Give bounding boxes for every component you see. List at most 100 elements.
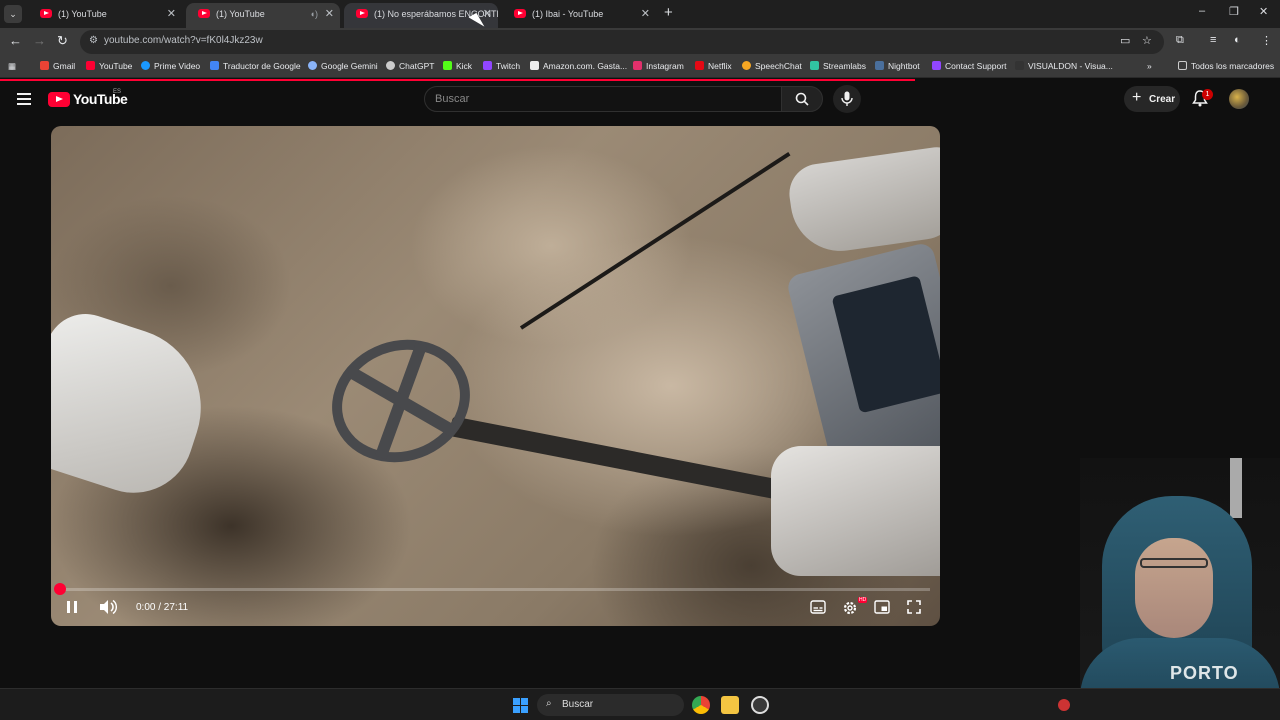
obs-icon[interactable]: [751, 696, 769, 714]
miniplayer-icon[interactable]: [874, 600, 890, 614]
youtube-logo-icon[interactable]: [48, 92, 70, 107]
video-frame-boot: [51, 303, 222, 509]
shirt-text: PORTO: [1170, 663, 1239, 683]
chrome-icon[interactable]: [692, 696, 710, 714]
youtube-favicon-icon: [198, 9, 210, 18]
bookmark-visualdon[interactable]: VISUALDON - Visua...: [1015, 61, 1113, 71]
file-explorer-icon[interactable]: [721, 696, 739, 714]
tab-youtube-2[interactable]: (1) YouTube ◖) ✕: [186, 3, 340, 28]
bookmark-gemini[interactable]: Google Gemini: [308, 61, 378, 71]
media-queue-icon[interactable]: ≡: [1210, 34, 1216, 46]
video-frame-detector-shaft: [449, 416, 826, 509]
windows-taskbar: ⌕ Buscar: [0, 688, 1280, 720]
tab-label: (1) Ibai - YouTube: [532, 9, 604, 19]
browser-toolbar: ← → ↻ ⚙ youtube.com/watch?v=fK0l4Jkz23w …: [0, 28, 1280, 56]
hd-badge-icon: HD: [858, 597, 868, 603]
bookmark-netflix[interactable]: Netflix: [695, 61, 732, 71]
close-tab-icon[interactable]: ✕: [325, 3, 334, 25]
minimize-icon[interactable]: –: [1199, 5, 1205, 17]
bookmark-kick[interactable]: Kick: [443, 61, 472, 71]
bookmark-contact-support[interactable]: Contact Support: [932, 61, 1006, 71]
bookmark-gmail[interactable]: Gmail: [40, 61, 75, 71]
tab-label: (1) YouTube: [58, 9, 107, 19]
pause-button[interactable]: [67, 601, 77, 613]
bookmark-amazon[interactable]: Amazon.com. Gasta...: [530, 61, 627, 71]
search-placeholder: Buscar: [435, 93, 470, 105]
video-frame-detector-coil: [314, 320, 488, 482]
fullscreen-icon[interactable]: [907, 600, 921, 614]
url-text[interactable]: youtube.com/watch?v=fK0l4Jkz23w: [104, 35, 263, 46]
search-icon: [795, 92, 809, 106]
bookmark-star-icon[interactable]: ☆: [1142, 34, 1152, 47]
windows-start-icon[interactable]: [513, 698, 528, 713]
bookmark-chatgpt[interactable]: ChatGPT: [386, 61, 434, 71]
create-label: Crear: [1149, 94, 1176, 105]
close-window-icon[interactable]: ✕: [1259, 5, 1268, 18]
back-icon[interactable]: ←: [9, 33, 22, 48]
tab-youtube-1[interactable]: (1) YouTube ✕: [28, 3, 182, 28]
tab-search-button[interactable]: ⌄: [4, 5, 22, 23]
more-bookmarks-icon[interactable]: »: [1147, 61, 1152, 71]
player-controls: 0:00 / 27:11 HD: [51, 596, 940, 626]
time-display: 0:00 / 27:11: [136, 602, 189, 613]
webcam-face: [1135, 538, 1213, 638]
account-avatar[interactable]: [1229, 89, 1249, 109]
microphone-stand: [1230, 458, 1242, 518]
create-button[interactable]: + Crear: [1124, 86, 1180, 112]
subtitles-icon[interactable]: [810, 600, 826, 614]
bookmark-twitch[interactable]: Twitch: [483, 61, 520, 71]
tab-ibai[interactable]: (1) Ibai - YouTube ✕: [502, 3, 656, 28]
video-player[interactable]: 0:00 / 27:11 HD: [51, 126, 940, 626]
video-frame-hand: [771, 446, 940, 576]
apps-grid-icon[interactable]: ▦: [8, 61, 16, 72]
video-frame-cable: [519, 152, 791, 330]
voice-search-button[interactable]: [833, 85, 861, 113]
country-code: ES: [113, 89, 122, 95]
webcam-overlay: PORTO: [1080, 458, 1280, 720]
youtube-favicon-icon: [356, 9, 368, 18]
youtube-header: YouTube ES Buscar + Crear 1: [0, 81, 1280, 119]
reload-icon[interactable]: ↻: [57, 33, 68, 49]
bookmark-streamlabs[interactable]: Streamlabs: [810, 61, 866, 71]
all-bookmarks[interactable]: Todos los marcadores: [1178, 61, 1274, 71]
cast-icon[interactable]: ▭: [1120, 34, 1130, 47]
microphone-icon: [841, 91, 853, 106]
close-tab-icon[interactable]: ✕: [483, 3, 492, 25]
progress-scrubber[interactable]: [54, 583, 66, 595]
bookmark-nightbot[interactable]: Nightbot: [875, 61, 920, 71]
taskbar-search[interactable]: ⌕ Buscar: [537, 694, 684, 716]
bookmark-prime-video[interactable]: Prime Video: [141, 61, 200, 71]
volume-icon[interactable]: [99, 599, 117, 615]
webcam-glasses: [1140, 558, 1208, 568]
menu-kebab-icon[interactable]: ⋮: [1261, 34, 1272, 47]
youtube-favicon-icon: [514, 9, 526, 18]
close-tab-icon[interactable]: ✕: [167, 3, 176, 25]
bookmark-instagram[interactable]: Instagram: [633, 61, 684, 71]
progress-bar[interactable]: [61, 588, 930, 591]
plus-icon: +: [1132, 89, 1142, 106]
profile-icon[interactable]: ◐: [1234, 34, 1241, 46]
forward-icon[interactable]: →: [33, 33, 46, 48]
search-icon: ⌕: [546, 698, 552, 709]
settings-gear-icon[interactable]: [842, 600, 858, 616]
tray-app-icon[interactable]: [1058, 699, 1070, 711]
bookmarks-bar: ▦ Gmail YouTube Prime Video Traductor de…: [0, 56, 1280, 78]
tab-strip: ⌄ (1) YouTube ✕ (1) YouTube ◖) ✕ (1) No …: [0, 0, 1280, 28]
address-bar[interactable]: ⚙ youtube.com/watch?v=fK0l4Jkz23w: [80, 30, 1164, 54]
bookmark-speechchat[interactable]: SpeechChat: [742, 61, 802, 71]
site-info-icon[interactable]: ⚙: [89, 35, 98, 46]
hamburger-menu-icon[interactable]: [17, 93, 31, 105]
restore-icon[interactable]: ❐: [1229, 5, 1239, 18]
tab-label: (1) YouTube: [216, 9, 265, 19]
bookmark-traductor[interactable]: Traductor de Google: [210, 61, 301, 71]
speaker-icon[interactable]: ◖): [310, 3, 318, 25]
youtube-favicon-icon: [40, 9, 52, 18]
bookmark-youtube[interactable]: YouTube: [86, 61, 132, 71]
search-input[interactable]: Buscar: [424, 86, 782, 112]
video-frame-glove: [785, 144, 940, 258]
new-tab-icon[interactable]: +: [664, 4, 673, 21]
search-button[interactable]: [781, 86, 823, 112]
close-tab-icon[interactable]: ✕: [641, 3, 650, 25]
notification-badge: 1: [1202, 89, 1213, 100]
extensions-icon[interactable]: ⧉: [1176, 34, 1184, 47]
